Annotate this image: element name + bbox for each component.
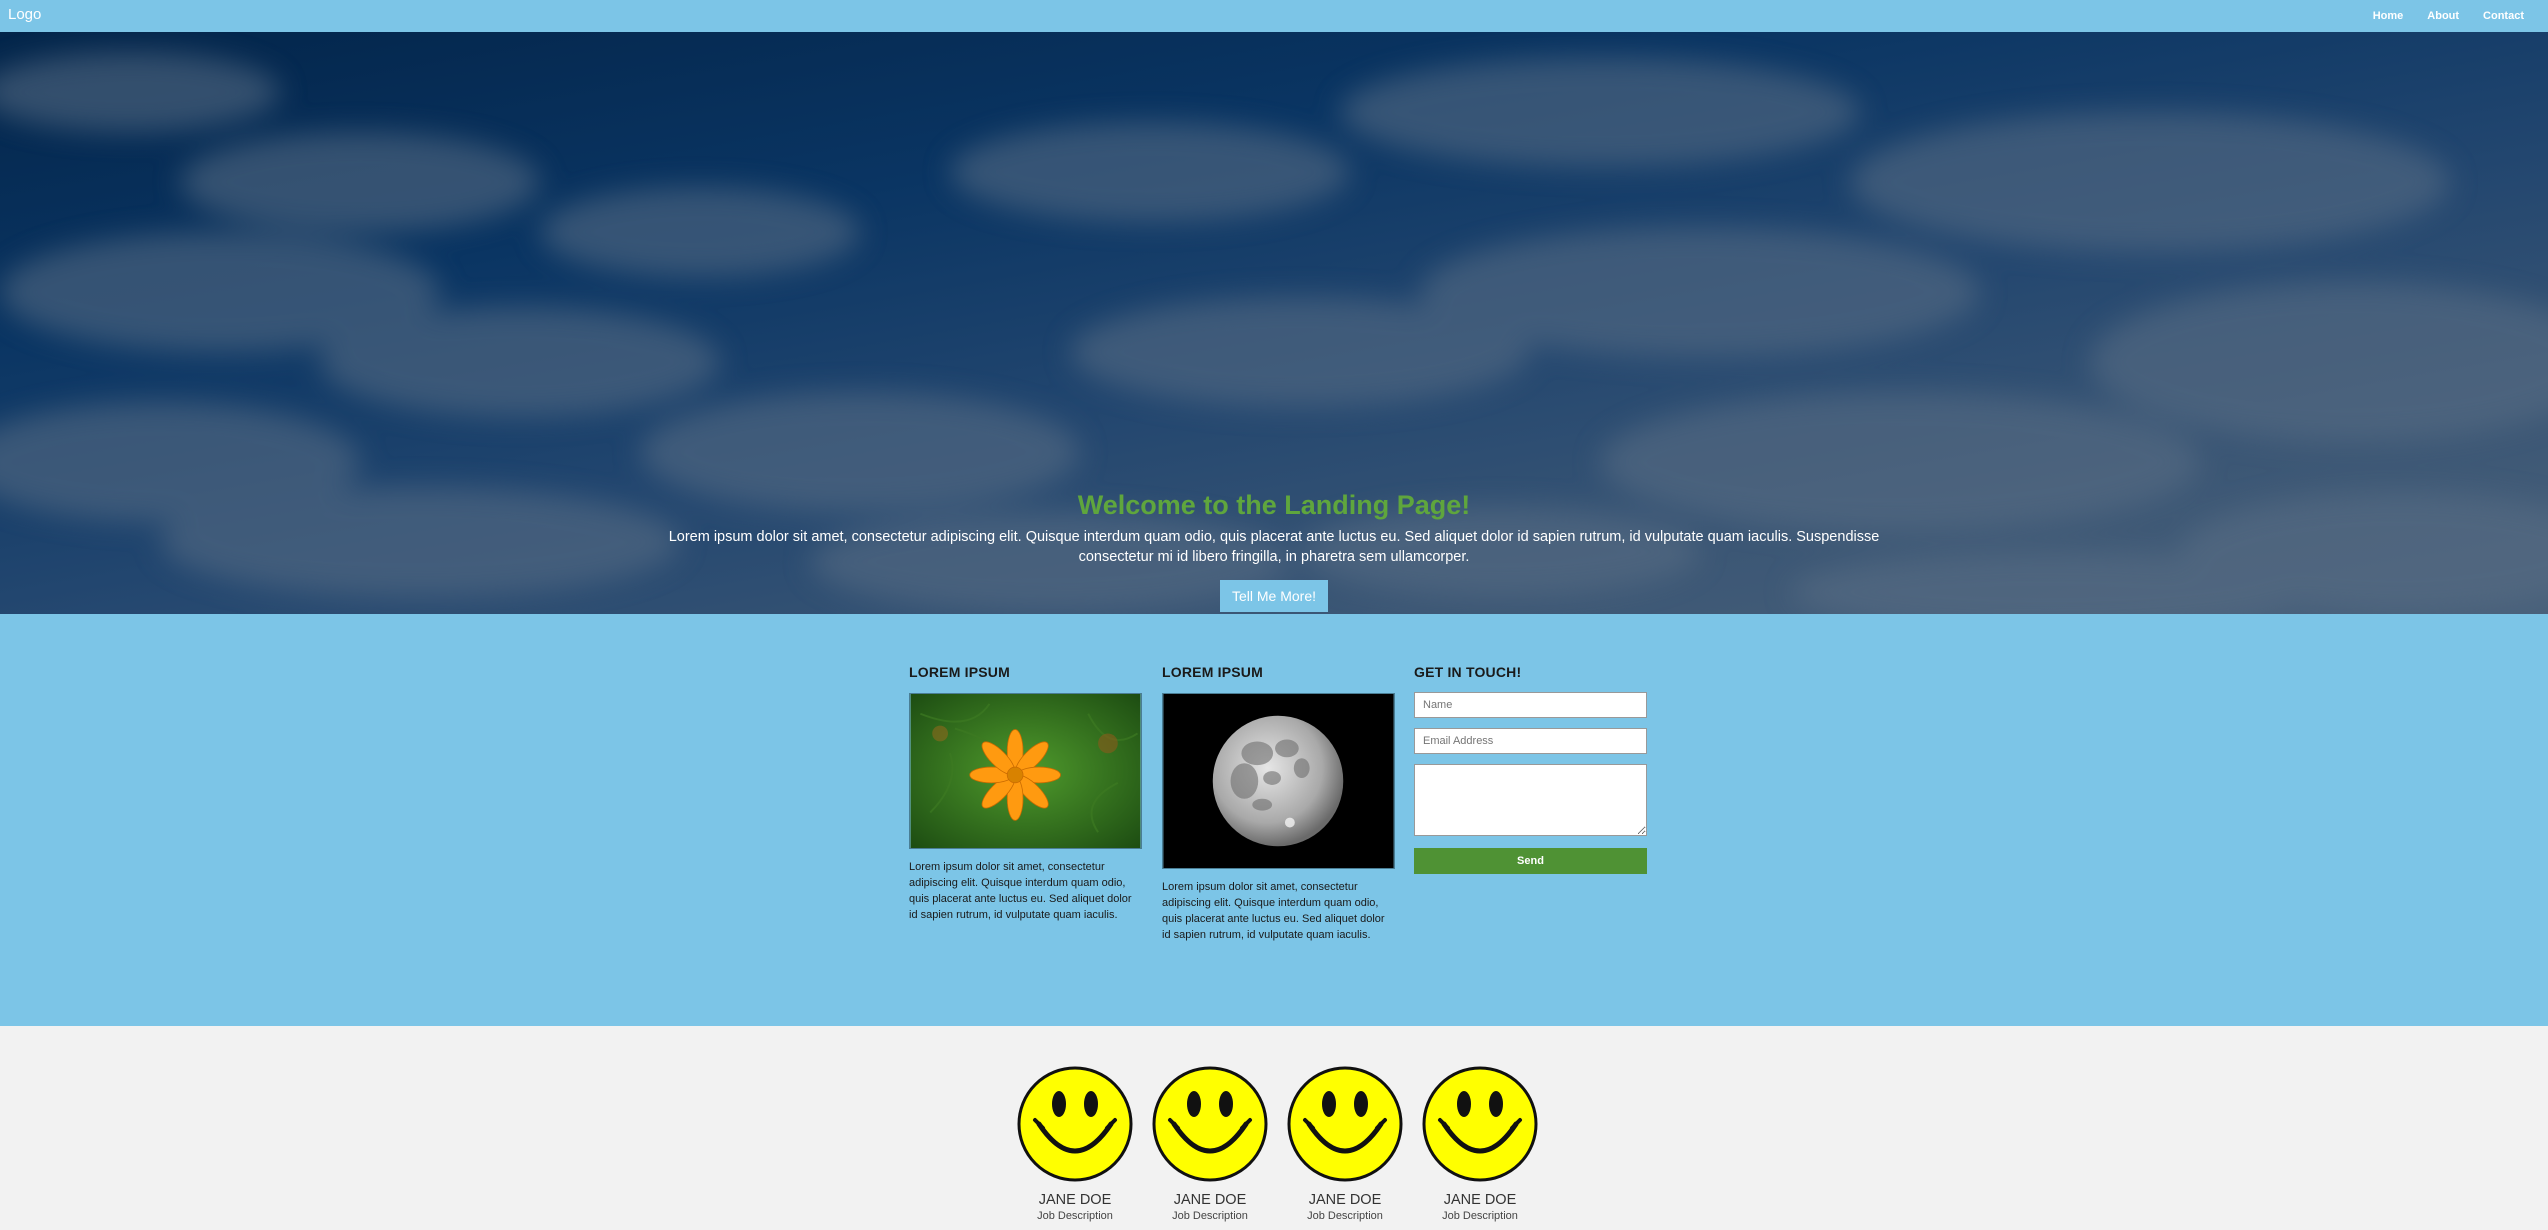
- feature-text-1: Lorem ipsum dolor sit amet, consectetur …: [909, 861, 1132, 921]
- smiley-avatar-icon: [1017, 1066, 1133, 1182]
- feature-title-2: LOREM IPSUM: [1162, 664, 1263, 680]
- member-name: JANE DOE: [1038, 1192, 1112, 1208]
- team-member-2: JANE DOE Job Description: [1150, 1066, 1270, 1222]
- team-member-3: JANE DOE Job Description: [1285, 1066, 1405, 1222]
- moon-image: [1162, 693, 1395, 869]
- name-input[interactable]: [1414, 692, 1647, 718]
- team-member-4: JANE DOE Job Description: [1420, 1066, 1540, 1222]
- contact-title: GET IN TOUCH!: [1414, 664, 1522, 680]
- hero-section: Welcome to the Landing Page! Lorem ipsum…: [0, 32, 2548, 614]
- feature-text-2: Lorem ipsum dolor sit amet, consectetur …: [1162, 881, 1385, 941]
- feature-title-1: LOREM IPSUM: [909, 664, 1010, 680]
- contact-form: GET IN TOUCH! Send: [1414, 664, 1647, 874]
- smiley-avatar-icon: [1422, 1066, 1538, 1182]
- nav-home[interactable]: Home: [2361, 10, 2416, 22]
- message-textarea[interactable]: [1414, 764, 1647, 836]
- member-description: Job Description: [1037, 1210, 1113, 1222]
- member-description: Job Description: [1172, 1210, 1248, 1222]
- team-section: JANE DOE Job Description JANE DOE Job De…: [0, 1026, 2548, 1230]
- nav-contact[interactable]: Contact: [2471, 10, 2536, 22]
- member-description: Job Description: [1442, 1210, 1518, 1222]
- member-name: JANE DOE: [1173, 1192, 1247, 1208]
- team-member-1: JANE DOE Job Description: [1015, 1066, 1135, 1222]
- hero-title: Welcome to the Landing Page!: [1077, 490, 1471, 520]
- feature-column-2: LOREM IPSUM Lorem ipsum dolor sit amet, …: [1162, 664, 1395, 943]
- nav-about[interactable]: About: [2415, 10, 2471, 22]
- member-name: JANE DOE: [1443, 1192, 1517, 1208]
- feature-column-1: LOREM IPSUM Lorem ipsum dolor sit amet, …: [909, 664, 1142, 923]
- top-navbar: Logo Home About Contact: [0, 0, 2548, 32]
- member-description: Job Description: [1307, 1210, 1383, 1222]
- email-input[interactable]: [1414, 728, 1647, 754]
- smiley-avatar-icon: [1152, 1066, 1268, 1182]
- hero-text: Lorem ipsum dolor sit amet, consectetur …: [668, 529, 1880, 565]
- logo[interactable]: Logo: [8, 6, 41, 23]
- features-section: LOREM IPSUM Lorem ipsum dolor sit amet, …: [0, 614, 2548, 1026]
- send-button[interactable]: Send: [1414, 848, 1647, 874]
- smiley-avatar-icon: [1287, 1066, 1403, 1182]
- member-name: JANE DOE: [1308, 1192, 1382, 1208]
- nav-links: Home About Contact: [2361, 0, 2536, 32]
- tell-me-more-button[interactable]: Tell Me More!: [1219, 580, 1329, 612]
- hero-content: Welcome to the Landing Page! Lorem ipsum…: [0, 490, 2548, 612]
- flower-image: [909, 693, 1142, 849]
